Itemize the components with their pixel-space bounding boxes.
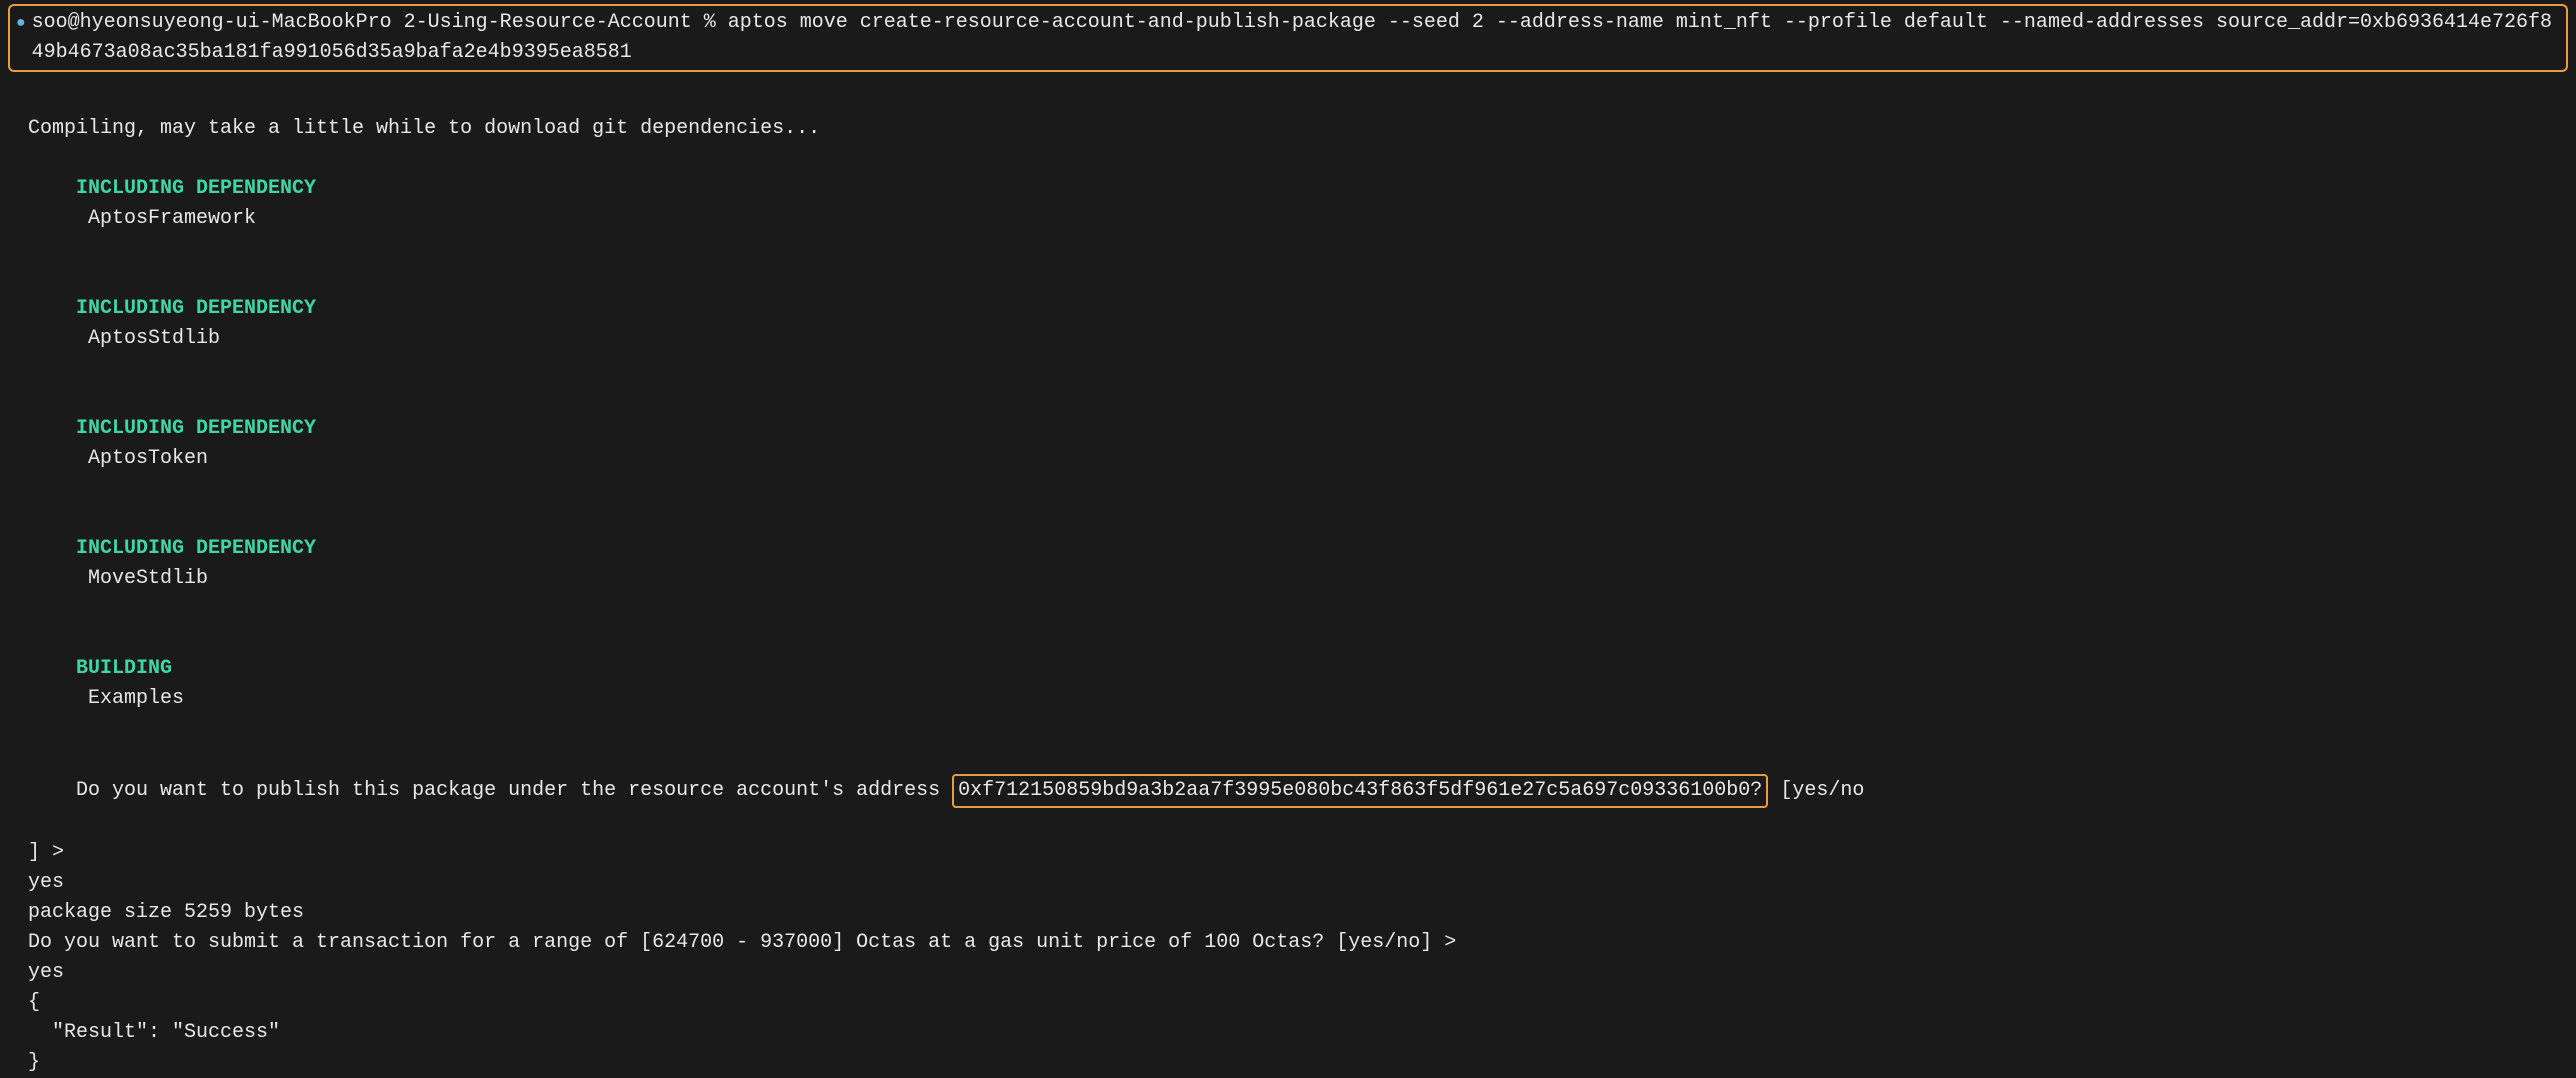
building-name [76,687,88,710]
command-highlight-box: ● soo@hyeonsuyeong-ui-MacBookPro 2-Using… [8,4,2568,72]
dependency-line: INCLUDING DEPENDENCY AptosFramework [28,144,2568,264]
dependency-name: AptosToken [88,447,208,470]
building-label: BUILDING [76,657,172,680]
prompt-indicator-icon: ● [16,8,26,38]
result-close-brace: } [28,1048,2568,1078]
include-dependency-label: INCLUDING DEPENDENCY [76,417,316,440]
publish-prompt-line: Do you want to publish this package unde… [28,744,2568,838]
dependency-line: INCLUDING DEPENDENCY MoveStdlib [28,504,2568,624]
result-open-brace: { [28,988,2568,1018]
dependency-name [76,447,88,470]
command-text: soo@hyeonsuyeong-ui-MacBookPro 2-Using-R… [32,8,2560,68]
package-size-line: package size 5259 bytes [28,898,2568,928]
dependency-name: AptosStdlib [88,327,220,350]
building-line: BUILDING Examples [28,624,2568,744]
include-dependency-label: INCLUDING DEPENDENCY [76,537,316,560]
dependency-name [76,207,88,230]
user-answer: yes [28,868,2568,898]
compiling-message: Compiling, may take a little while to do… [28,114,2568,144]
publish-prompt-after: [yes/no [1768,779,1864,802]
dependency-name: AptosFramework [88,207,256,230]
dependency-name: MoveStdlib [88,567,208,590]
dependency-name [76,327,88,350]
building-name: Examples [88,687,184,710]
include-dependency-label: INCLUDING DEPENDENCY [76,297,316,320]
resource-account-address-highlight: 0xf712150859bd9a3b2aa7f3995e080bc43f863f… [952,774,1768,808]
dependency-name [76,567,88,590]
user-answer: yes [28,958,2568,988]
dependency-line: INCLUDING DEPENDENCY AptosStdlib [28,264,2568,384]
include-dependency-label: INCLUDING DEPENDENCY [76,177,316,200]
dependency-line: INCLUDING DEPENDENCY AptosToken [28,384,2568,504]
transaction-prompt-line: Do you want to submit a transaction for … [28,928,2568,958]
publish-prompt-line2: ] > [28,838,2568,868]
result-line: "Result": "Success" [28,1018,2568,1048]
terminal-output: Compiling, may take a little while to do… [8,84,2568,1078]
publish-prompt-before: Do you want to publish this package unde… [76,779,952,802]
blank-line [28,84,2568,114]
